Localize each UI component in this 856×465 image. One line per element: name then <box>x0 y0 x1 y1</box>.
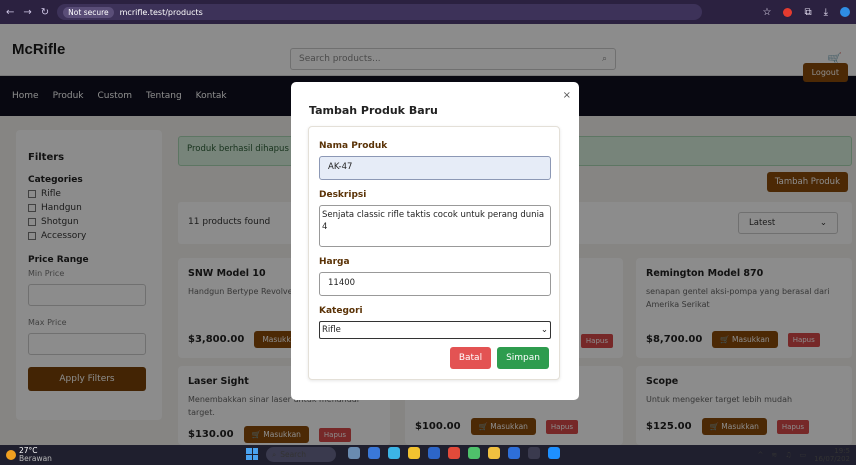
battery-icon[interactable]: ▭ <box>799 451 806 459</box>
category-value: Rifle <box>322 325 341 335</box>
taskbar-search-label: Search <box>280 450 306 459</box>
windows-start-icon[interactable] <box>246 448 258 460</box>
browser-toolbar: ← → ↻ Not secure mcrifle.test/products ☆… <box>0 0 856 24</box>
system-tray: ^ ≋ ♫ ▭ 19:5 16/07/202 <box>757 445 850 465</box>
app-icon[interactable] <box>548 447 560 459</box>
address-bar[interactable]: Not secure mcrifle.test/products <box>57 4 703 20</box>
app-icon[interactable] <box>428 447 440 459</box>
chevron-down-icon: ⌄ <box>540 325 548 335</box>
network-icon[interactable]: ≋ <box>771 451 777 459</box>
app-icon[interactable] <box>468 447 480 459</box>
add-product-form: Nama Produk AK-47 Deskripsi Senjata clas… <box>308 126 560 380</box>
category-label: Kategori <box>319 306 363 316</box>
taskbar-apps <box>348 447 560 459</box>
price-input[interactable]: 11400 <box>319 272 551 296</box>
app-icon[interactable] <box>368 447 380 459</box>
chrome-icon[interactable] <box>488 447 500 459</box>
extension-icon[interactable] <box>783 7 793 17</box>
edge-icon[interactable] <box>388 447 400 459</box>
weather-desc: Berawan <box>19 454 52 463</box>
weather-widget[interactable]: 27°C Berawan <box>6 447 52 463</box>
category-select[interactable]: Rifle ⌄ <box>319 321 551 339</box>
clock-time: 19:5 <box>834 447 850 455</box>
search-icon: ⌕ <box>272 449 277 459</box>
word-icon[interactable] <box>508 447 520 459</box>
product-name-input[interactable]: AK-47 <box>319 156 551 180</box>
forward-icon[interactable]: → <box>23 7 31 18</box>
taskbar-search[interactable]: ⌕ Search <box>266 447 336 462</box>
download-icon[interactable]: ⤓ <box>824 7 828 18</box>
extensions-puzzle-icon[interactable]: ⧉ <box>804 7 811 18</box>
app-icon[interactable] <box>528 447 540 459</box>
cancel-button[interactable]: Batal <box>449 347 492 369</box>
clock-date: 16/07/202 <box>814 455 850 463</box>
security-badge[interactable]: Not secure <box>63 6 114 18</box>
profile-icon[interactable] <box>840 7 850 17</box>
weather-icon <box>6 450 16 460</box>
close-icon[interactable]: × <box>563 90 571 101</box>
bookmark-star-icon[interactable]: ☆ <box>762 7 771 18</box>
price-label: Harga <box>319 257 350 267</box>
app-icon[interactable] <box>448 447 460 459</box>
clock[interactable]: 19:5 16/07/202 <box>814 447 850 463</box>
tray-chevron-icon[interactable]: ^ <box>757 451 763 459</box>
app-icon[interactable] <box>348 447 360 459</box>
folder-icon[interactable] <box>408 447 420 459</box>
modal-title: Tambah Produk Baru <box>309 104 438 117</box>
description-label: Deskripsi <box>319 190 367 200</box>
save-button[interactable]: Simpan <box>497 347 549 369</box>
url-text: mcrifle.test/products <box>119 7 203 17</box>
name-label: Nama Produk <box>319 141 388 151</box>
volume-icon[interactable]: ♫ <box>785 451 791 459</box>
back-icon[interactable]: ← <box>6 7 14 18</box>
reload-icon[interactable]: ↻ <box>41 7 49 18</box>
description-textarea[interactable]: Senjata classic rifle taktis cocok untuk… <box>319 205 551 247</box>
